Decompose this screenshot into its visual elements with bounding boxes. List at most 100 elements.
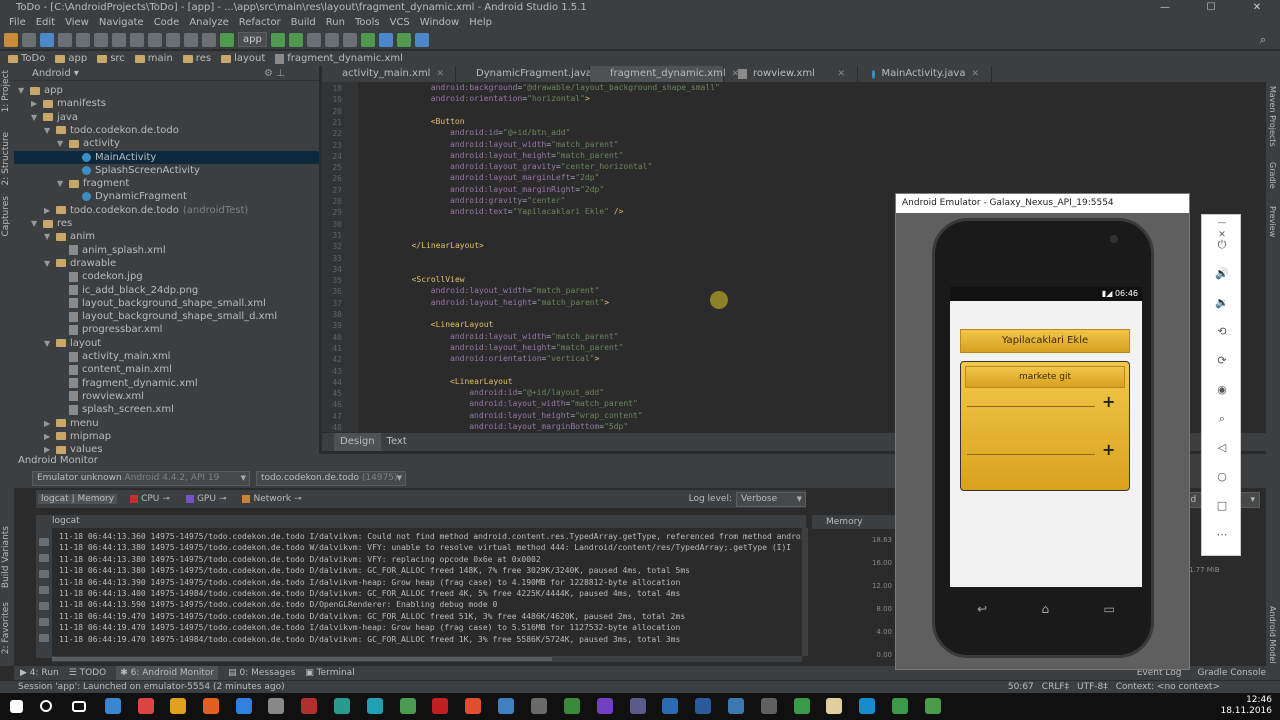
- back-icon[interactable]: ◁: [1215, 442, 1229, 454]
- menu-analyze[interactable]: Analyze: [184, 16, 233, 30]
- save-all-icon[interactable]: [22, 32, 36, 47]
- code-line[interactable]: android:layout_width="match_parent": [469, 399, 638, 408]
- list-header[interactable]: markete git: [965, 366, 1125, 388]
- log-line[interactable]: 11-18 06:44:13.590 14975-14975/todo.code…: [59, 600, 497, 609]
- visual-studio-icon[interactable]: [597, 698, 613, 714]
- word-icon[interactable]: [695, 698, 711, 714]
- menu-vcs[interactable]: VCS: [385, 16, 415, 30]
- menu-view[interactable]: View: [60, 16, 94, 30]
- print-icon[interactable]: [39, 618, 49, 626]
- tab-android-monitor[interactable]: ✱ 6: Android Monitor: [116, 666, 219, 680]
- log-line[interactable]: 11-18 06:44:13.390 14975-14975/todo.code…: [59, 578, 680, 587]
- tree-item[interactable]: anim_splash.xml: [57, 244, 166, 257]
- process-select[interactable]: todo.codekon.de.todo (14975): [256, 470, 406, 486]
- tab-gpu[interactable]: GPU ⊸: [183, 494, 230, 504]
- project-tool-tab[interactable]: 1: Project: [1, 70, 11, 112]
- search-everywhere-icon[interactable]: ⌕: [1260, 33, 1266, 47]
- find-icon[interactable]: [148, 32, 162, 47]
- logcat-hscrollbar[interactable]: [52, 656, 802, 662]
- close-tab-icon[interactable]: ✕: [436, 66, 444, 82]
- code-line[interactable]: android:orientation="vertical">: [450, 354, 599, 363]
- power-icon[interactable]: ⏻: [1215, 239, 1229, 251]
- breadcrumb-item[interactable]: layout: [221, 53, 265, 64]
- gradle-tool-tab[interactable]: Gradle: [1268, 162, 1277, 189]
- project-view-selector[interactable]: Android ▾ ⚙ ⊥: [14, 66, 319, 81]
- menu-navigate[interactable]: Navigate: [94, 16, 149, 30]
- app-icon[interactable]: [630, 698, 646, 714]
- add-todo-button[interactable]: Yapilacaklari Ekle: [960, 329, 1130, 353]
- sync-gradle-icon[interactable]: [342, 32, 357, 47]
- down-icon[interactable]: [39, 586, 49, 594]
- code-line[interactable]: android:layout_marginRight="2dp": [450, 185, 604, 194]
- editor-tab[interactable]: MainActivity.java ✕: [858, 66, 992, 82]
- code-line[interactable]: android:background="@drawable/layout_bac…: [431, 83, 720, 92]
- forward-icon[interactable]: [202, 32, 216, 47]
- tree-item[interactable]: ▼ layout: [44, 337, 101, 350]
- tree-item[interactable]: content_main.xml: [57, 363, 172, 376]
- chevron-down-icon[interactable]: ▼: [31, 217, 39, 230]
- more-icon[interactable]: ⋯: [1215, 529, 1229, 541]
- scroll-end-icon[interactable]: [39, 554, 49, 562]
- app-icon[interactable]: [761, 698, 777, 714]
- breadcrumb-item[interactable]: src: [97, 53, 125, 64]
- editor-tab[interactable]: activity_main.xml ✕: [322, 66, 456, 82]
- tree-item[interactable]: codekon.jpg: [57, 270, 143, 283]
- preview-tool-tab[interactable]: Preview: [1268, 206, 1277, 237]
- search-icon[interactable]: [40, 700, 52, 712]
- tree-item[interactable]: ic_add_black_24dp.png: [57, 284, 198, 297]
- chevron-down-icon[interactable]: ▼: [44, 337, 52, 350]
- breadcrumb-item[interactable]: app: [55, 53, 87, 64]
- chevron-down-icon[interactable]: ▼: [57, 177, 65, 190]
- menu-help[interactable]: Help: [464, 16, 497, 30]
- maximize-button[interactable]: ☐: [1188, 0, 1234, 16]
- tab-network[interactable]: Network ⊸: [239, 494, 304, 504]
- log-level-select[interactable]: Verbose: [736, 491, 806, 507]
- menu-file[interactable]: File: [4, 16, 31, 30]
- sync-icon[interactable]: [40, 32, 54, 47]
- overview-icon[interactable]: □: [1215, 500, 1229, 512]
- tab-text[interactable]: Text: [381, 433, 413, 451]
- debug-icon[interactable]: [288, 32, 303, 47]
- code-line[interactable]: android:id="@+id/btn_add": [450, 128, 570, 137]
- tree-item[interactable]: ▶ todo.codekon.de.todo (androidTest): [44, 204, 248, 217]
- tree-item[interactable]: fragment_dynamic.xml: [57, 377, 198, 390]
- up-icon[interactable]: [39, 570, 49, 578]
- app-icon[interactable]: [334, 698, 350, 714]
- breadcrumb-item[interactable]: fragment_dynamic.xml: [275, 53, 403, 64]
- menu-refactor[interactable]: Refactor: [234, 16, 286, 30]
- code-line[interactable]: android:layout_marginLeft="2dp": [450, 173, 599, 182]
- tree-item[interactable]: ▶ menu: [44, 417, 99, 430]
- stop-icon[interactable]: [324, 32, 339, 47]
- code-line[interactable]: android:layout_height="match_parent">: [431, 298, 609, 307]
- tab-cpu[interactable]: CPU ⊸: [127, 494, 173, 504]
- code-line[interactable]: android:id="@+id/layout_add": [469, 388, 604, 397]
- breadcrumb-item[interactable]: ToDo: [8, 53, 45, 64]
- code-line[interactable]: android:layout_marginBottom="5dp": [469, 422, 628, 431]
- phone-screen[interactable]: ▮◢ 06:46 Yapilacaklari Ekle markete git …: [950, 287, 1142, 616]
- tree-item[interactable]: SplashScreenActivity: [70, 164, 200, 177]
- firefox-icon[interactable]: [203, 698, 219, 714]
- code-line[interactable]: android:gravity="center": [450, 196, 566, 205]
- app-icon[interactable]: [236, 698, 252, 714]
- chevron-right-icon[interactable]: ▶: [31, 97, 39, 110]
- close-tab-icon[interactable]: ✕: [837, 66, 845, 82]
- menu-build[interactable]: Build: [286, 16, 321, 30]
- log-line[interactable]: 11-18 06:44:13.400 14975-14984/todo.code…: [59, 589, 680, 598]
- tree-item[interactable]: ▶ mipmap: [44, 430, 111, 443]
- undo-icon[interactable]: [58, 32, 72, 47]
- tree-item[interactable]: ▼ fragment: [57, 177, 129, 190]
- chevron-right-icon[interactable]: ▶: [44, 417, 52, 430]
- app-icon[interactable]: [268, 698, 284, 714]
- android-model-tool-tab[interactable]: Android Model: [1268, 606, 1277, 664]
- logcat-output[interactable]: 11-18 06:44:13.360 14975-14975/todo.code…: [52, 528, 802, 656]
- explorer-icon[interactable]: [170, 698, 186, 714]
- app-icon[interactable]: [301, 698, 317, 714]
- app-icon[interactable]: [728, 698, 744, 714]
- code-line[interactable]: android:layout_height="match_parent": [450, 343, 623, 352]
- captures-tool-tab[interactable]: Captures: [1, 196, 11, 236]
- cut-icon[interactable]: [94, 32, 108, 47]
- skype-icon[interactable]: [859, 698, 875, 714]
- attach-debugger-icon[interactable]: [306, 32, 321, 47]
- tab-todo[interactable]: ☰ TODO: [69, 666, 107, 680]
- volume-up-icon[interactable]: 🔊: [1215, 268, 1229, 280]
